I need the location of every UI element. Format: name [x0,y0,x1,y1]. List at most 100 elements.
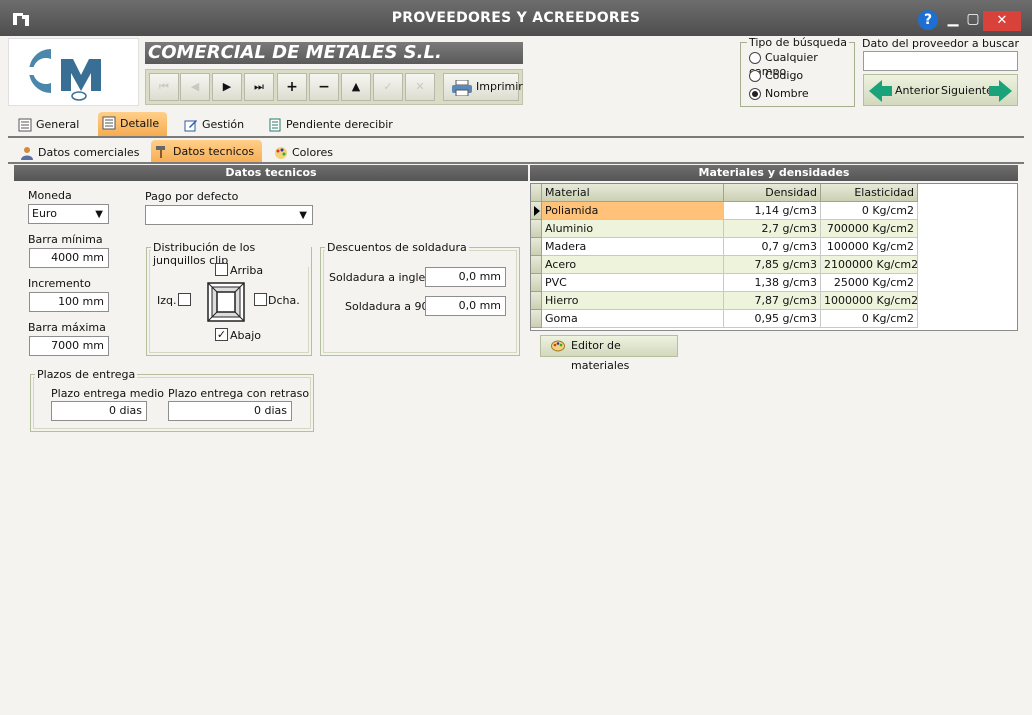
first-record-button[interactable]: ⏮ [149,73,179,101]
abajo-checkbox[interactable]: ✓ [215,328,228,341]
table-cell[interactable]: 700000 Kg/cm2 [821,220,918,238]
row-indicator[interactable] [531,274,542,292]
cancel-button[interactable]: ✕ [405,73,435,101]
pago-label: Pago por defecto [145,190,239,203]
table-cell[interactable]: 2,7 g/cm3 [724,220,821,238]
izq-checkbox[interactable] [178,293,191,306]
table-row[interactable]: Aluminio 2,7 g/cm3 700000 Kg/cm2 [531,220,918,238]
table-row[interactable]: PVC 1,38 g/cm3 25000 Kg/cm2 [531,274,918,292]
table-cell[interactable]: Acero [542,256,724,274]
table-row[interactable]: Madera 0,7 g/cm3 100000 Kg/cm2 [531,238,918,256]
column-header-material[interactable]: Material [542,184,724,202]
edit-record-button[interactable]: ▲ [341,73,371,101]
table-cell[interactable]: 100000 Kg/cm2 [821,238,918,256]
table-row[interactable]: Hierro 7,87 g/cm3 1000000 Kg/cm2 [531,292,918,310]
minimize-button[interactable]: ▁ [943,10,963,28]
chevron-down-icon: ▼ [299,210,307,221]
table-cell[interactable]: 1,14 g/cm3 [724,202,821,220]
izq-label: Izq. [157,294,177,307]
previous-record-button[interactable]: ◀ [180,73,210,101]
row-indicator[interactable] [531,238,542,256]
arrow-left-icon[interactable] [869,80,892,102]
help-icon[interactable]: ? [918,10,938,30]
table-cell[interactable]: 0,95 g/cm3 [724,310,821,328]
next-record-button[interactable]: ▶ [212,73,242,101]
tab-detalle[interactable]: Detalle [98,112,168,136]
tab-gestion[interactable]: Gestión [180,114,252,136]
table-cell[interactable]: Madera [542,238,724,256]
tab-general[interactable]: General [14,114,87,136]
table-cell[interactable]: Aluminio [542,220,724,238]
plazos-title: Plazos de entrega [35,368,138,381]
plazo-medio-input[interactable]: 0 dias [51,401,147,421]
column-header-elasticidad[interactable]: Elasticidad [821,184,918,202]
maximize-button[interactable]: ▢ [963,10,983,28]
radio-icon [749,70,761,82]
subtab-colores[interactable]: Colores [270,142,341,164]
radio-cualquier-campo[interactable]: Cualquier campo [749,51,854,78]
tab-pendiente[interactable]: Pendiente derecibir [264,114,401,136]
company-logo [8,38,139,106]
table-cell[interactable]: 1,38 g/cm3 [724,274,821,292]
column-header-densidad[interactable]: Densidad gr/cm3 [724,184,821,217]
row-indicator[interactable] [531,202,542,220]
row-indicator[interactable] [531,256,542,274]
table-cell[interactable]: 25000 Kg/cm2 [821,274,918,292]
palette-icon [551,340,565,352]
print-label: Imprimir [476,80,523,93]
incremento-input[interactable]: 100 mm [29,292,109,312]
descuentos-group: Descuentos de soldadura Soldadura a ingl… [320,241,520,356]
print-button[interactable]: Imprimir [443,73,523,101]
close-button[interactable]: ✕ [983,11,1021,31]
prev-next-bar: Anterior Siguiente [863,74,1018,106]
search-input[interactable] [863,51,1018,71]
hammer-icon [156,146,165,158]
editor-materiales-button[interactable]: Editor de materiales [540,335,678,372]
table-cell[interactable]: 1000000 Kg/cm2 [821,292,918,310]
radio-icon [749,52,761,64]
radio-codigo[interactable]: Código [749,69,803,83]
radio-icon [749,88,761,100]
table-cell[interactable]: 7,85 g/cm3 [724,256,821,274]
table-cell[interactable]: PVC [542,274,724,292]
table-cell[interactable]: Goma [542,310,724,328]
s90-input[interactable]: 0,0 mm [425,296,506,316]
row-indicator[interactable] [531,310,542,328]
moneda-select[interactable]: Euro ▼ [28,204,109,224]
row-indicator[interactable] [531,220,542,238]
tab-label: Detalle [120,117,160,130]
table-cell[interactable]: 7,87 g/cm3 [724,292,821,310]
tab-label: Datos comerciales [38,146,140,159]
table-cell[interactable]: 0 Kg/cm2 [821,202,918,220]
delete-record-button[interactable]: − [309,73,339,101]
company-name: COMERCIAL DE METALES S.L. [145,42,523,64]
dcha-checkbox[interactable] [254,293,267,306]
row-indicator[interactable] [531,292,542,310]
barra-min-input[interactable]: 4000 mm [29,248,109,268]
plazo-retraso-input[interactable]: 0 dias [168,401,292,421]
previous-button[interactable]: Anterior [895,84,939,97]
confirm-button[interactable]: ✓ [373,73,403,101]
pago-select[interactable]: ▼ [145,205,313,225]
table-row[interactable]: Acero 7,85 g/cm3 2100000 Kg/cm2 [531,256,918,274]
last-record-button[interactable]: ⏭ [244,73,274,101]
subtab-datos-tecnicos[interactable]: Datos tecnicos [151,140,263,164]
table-cell[interactable]: 2100000 Kg/cm2 [821,256,918,274]
table-row[interactable]: Goma 0,95 g/cm3 0 Kg/cm2 [531,310,918,328]
add-record-button[interactable]: + [277,73,307,101]
table-cell[interactable]: 0 Kg/cm2 [821,310,918,328]
barra-max-input[interactable]: 7000 mm [29,336,109,356]
search-type-title: Tipo de búsqueda [747,36,850,49]
inglete-input[interactable]: 0,0 mm [425,267,506,287]
table-cell[interactable]: 0,7 g/cm3 [724,238,821,256]
radio-nombre[interactable]: Nombre [749,87,809,101]
logo-icon [17,49,101,101]
table-cell[interactable]: Poliamida [542,202,724,220]
next-button[interactable]: Siguiente [941,84,993,97]
arrow-right-icon[interactable] [989,80,1012,102]
subtab-datos-comerciales[interactable]: Datos comerciales [16,142,147,164]
window-title: PROVEEDORES Y ACREEDORES [391,10,641,26]
table-row[interactable]: Poliamida 1,14 g/cm3 0 Kg/cm2 [531,202,918,220]
arriba-checkbox[interactable] [215,263,228,276]
table-cell[interactable]: Hierro [542,292,724,310]
